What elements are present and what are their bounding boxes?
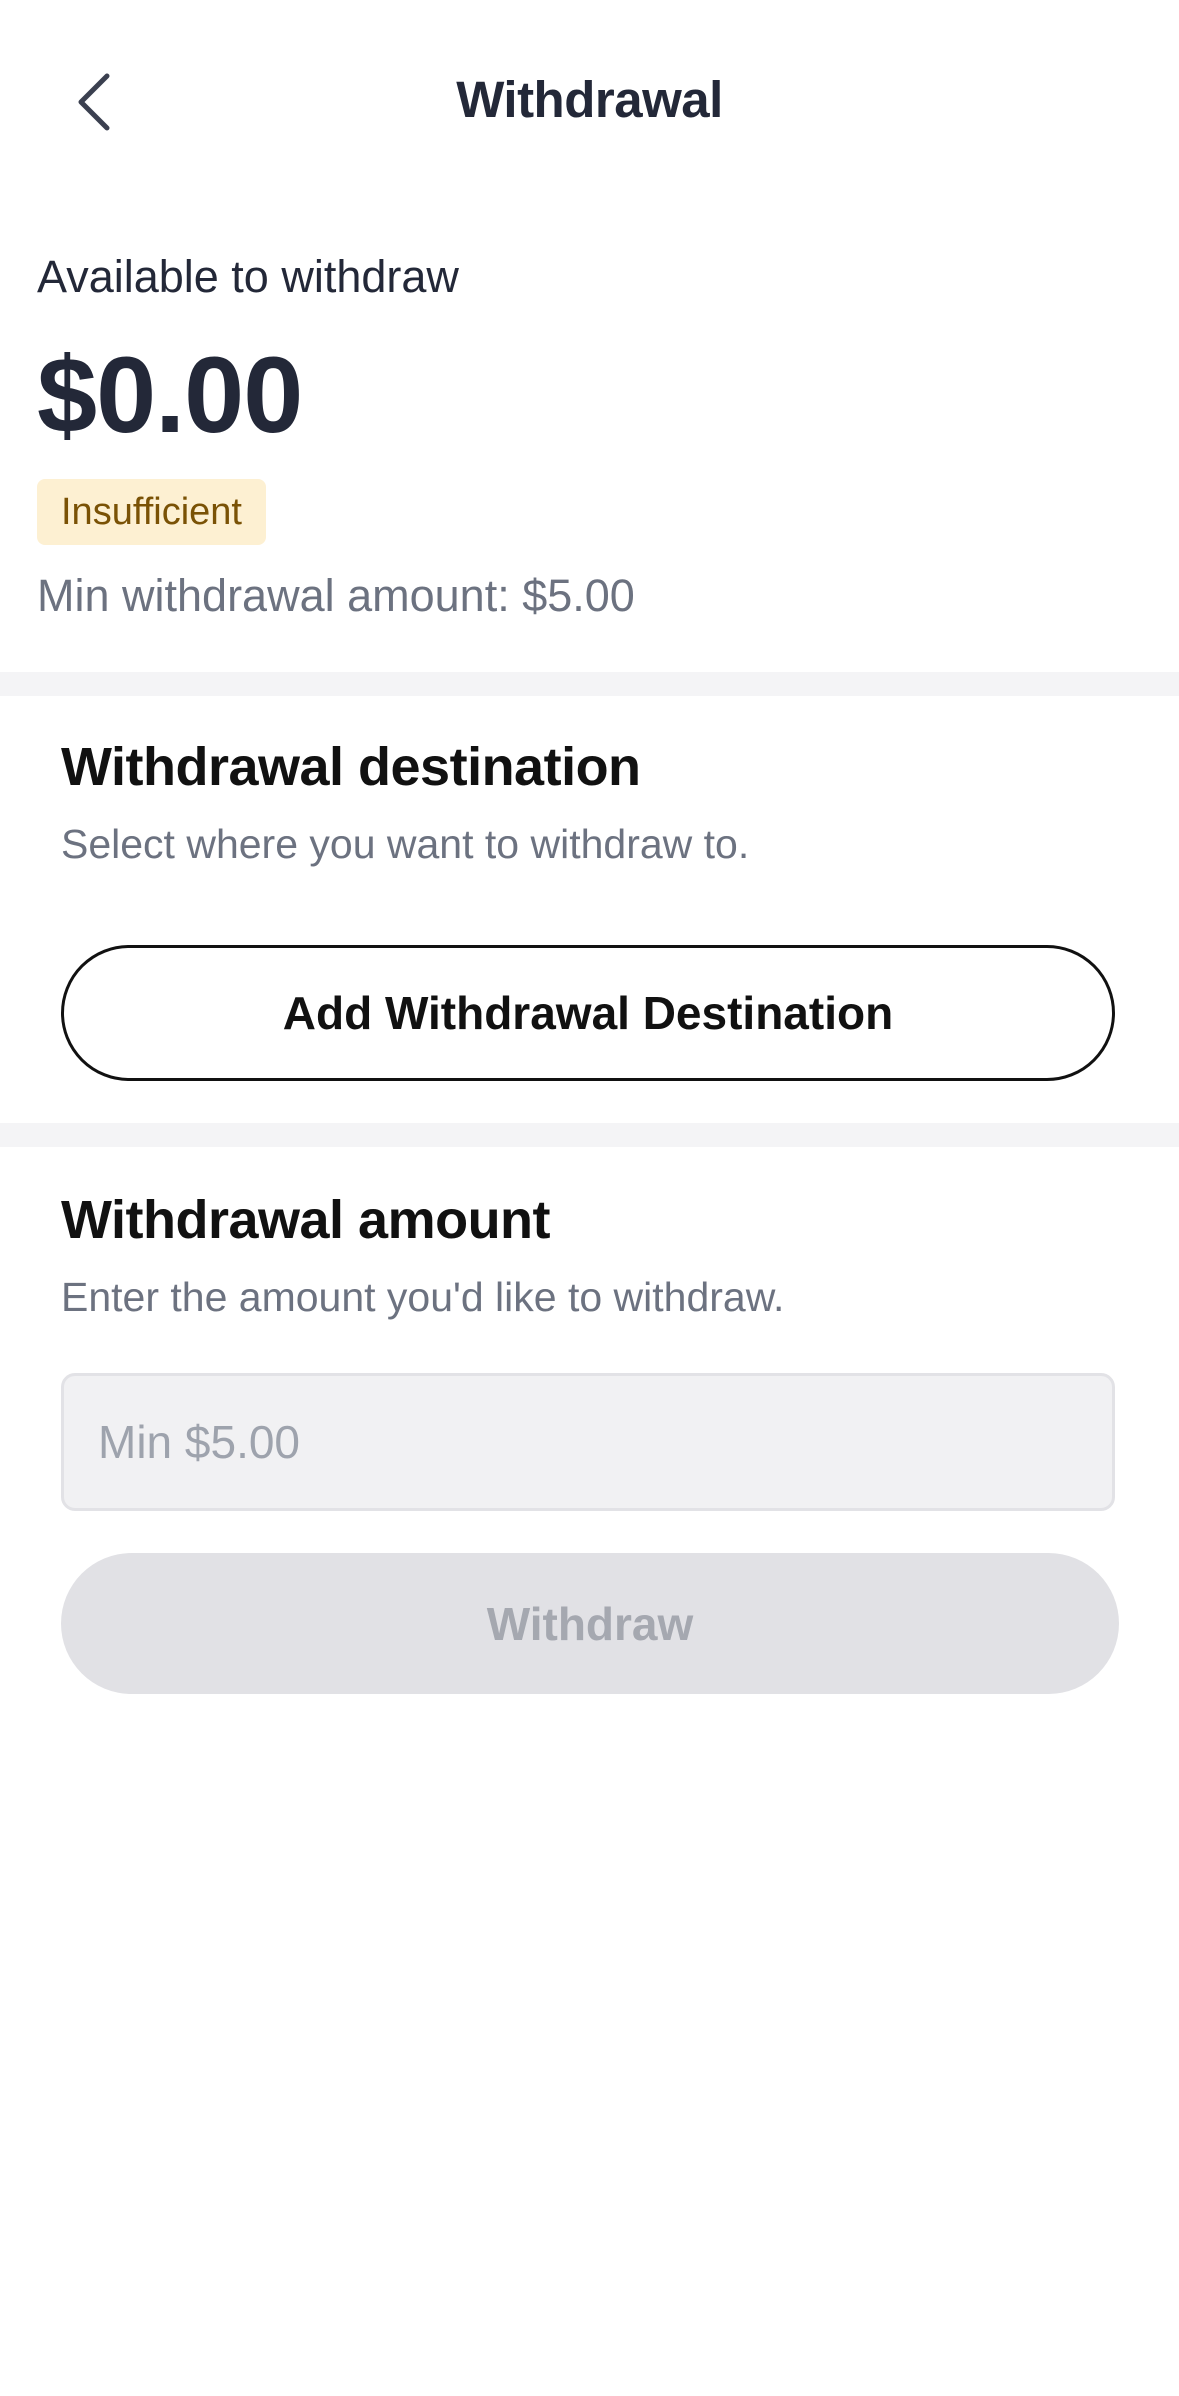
- destination-subtitle: Select where you want to withdraw to.: [61, 821, 750, 867]
- min-withdrawal-note: Min withdrawal amount: $5.00: [37, 570, 635, 621]
- amount-subtitle: Enter the amount you'd like to withdraw.: [61, 1274, 785, 1320]
- available-amount: $0.00: [37, 334, 303, 455]
- amount-section: Withdrawal amount Enter the amount you'd…: [61, 1193, 1119, 1318]
- section-divider: [0, 1123, 1179, 1147]
- top-bar: Withdrawal: [0, 0, 1179, 205]
- amount-title: Withdrawal amount: [61, 1190, 551, 1250]
- balance-summary: Available to withdraw $0.00 Insufficient…: [37, 240, 1137, 618]
- withdrawal-amount-input[interactable]: [61, 1373, 1115, 1511]
- add-withdrawal-destination-button[interactable]: Add Withdrawal Destination: [61, 945, 1115, 1081]
- status-badge: Insufficient: [37, 479, 266, 545]
- available-label: Available to withdraw: [37, 251, 459, 302]
- destination-title: Withdrawal destination: [61, 737, 641, 797]
- destination-section: Withdrawal destination Select where you …: [61, 740, 1119, 865]
- withdraw-button[interactable]: Withdraw: [61, 1553, 1119, 1694]
- section-divider: [0, 672, 1179, 696]
- page-title: Withdrawal: [456, 71, 723, 128]
